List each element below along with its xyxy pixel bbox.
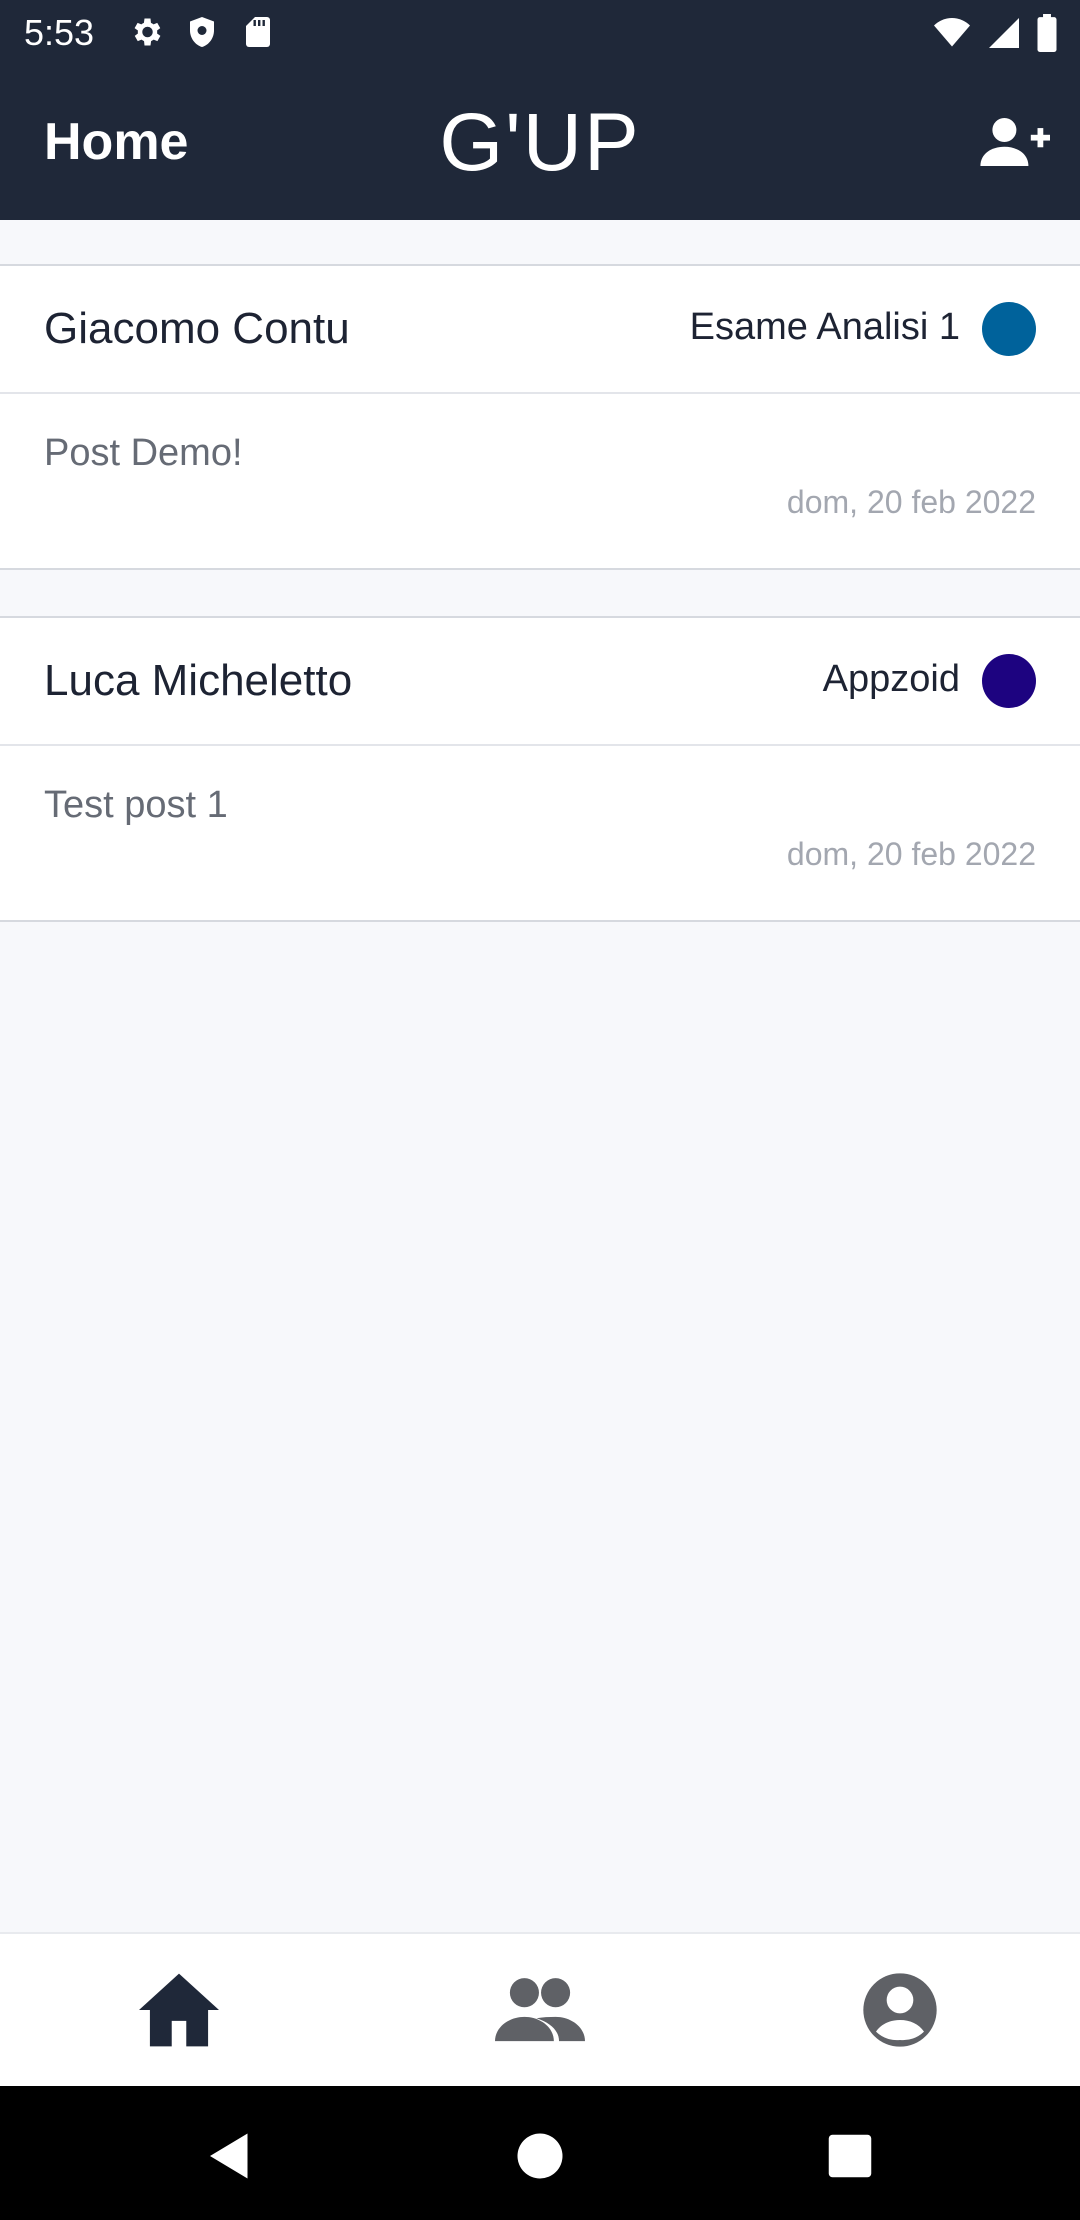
recents-icon (828, 2134, 872, 2178)
post-card[interactable]: Giacomo Contu Esame Analisi 1 Post Demo!… (0, 264, 1080, 570)
post-feed: Giacomo Contu Esame Analisi 1 Post Demo!… (0, 264, 1080, 968)
back-icon (210, 2133, 248, 2179)
wifi-icon (934, 18, 970, 47)
nav-groups-tab[interactable] (495, 1970, 585, 2050)
bottom-navigation (0, 1932, 1080, 2086)
post-author: Giacomo Contu (44, 304, 350, 353)
status-bar: 5:53 (0, 0, 1080, 66)
status-icons-right (932, 14, 1058, 52)
post-date: dom, 20 feb 2022 (786, 836, 1036, 872)
nav-profile-tab[interactable] (855, 1970, 945, 2050)
post-text: Post Demo! (44, 432, 243, 474)
people-icon (495, 1978, 585, 2042)
status-icons-left (128, 14, 276, 50)
add-person-icon (980, 118, 1050, 166)
settings-icon (134, 18, 161, 46)
post-header: Luca Micheletto Appzoid (0, 618, 1080, 746)
back-button[interactable] (200, 2126, 260, 2186)
home-icon (139, 1973, 219, 2047)
recents-button[interactable] (820, 2126, 880, 2186)
group-color-dot (982, 302, 1036, 356)
app-brand: G'UP (439, 97, 641, 188)
post-group-name: Esame Analisi 1 (689, 306, 960, 348)
screen: 5:53 Home G'UP Giacomo Contu Esame Anali… (0, 0, 1080, 2220)
battery-icon (1037, 14, 1057, 52)
sd-card-icon (246, 17, 270, 47)
post-header: Giacomo Contu Esame Analisi 1 (0, 266, 1080, 394)
app-bar: Home G'UP (0, 66, 1080, 220)
post-body: Test post 1 dom, 20 feb 2022 (0, 746, 1080, 920)
add-person-button[interactable] (978, 112, 1050, 172)
group-color-dot (982, 654, 1036, 708)
home-button[interactable] (510, 2126, 570, 2186)
nav-home-tab[interactable] (134, 1970, 224, 2050)
post-text: Test post 1 (44, 784, 228, 826)
shield-icon (190, 17, 214, 47)
account-circle-icon (863, 1973, 937, 2047)
status-time: 5:53 (24, 12, 95, 53)
post-date: dom, 20 feb 2022 (786, 484, 1036, 520)
post-group-name: Appzoid (822, 658, 960, 700)
post-card[interactable]: Luca Micheletto Appzoid Test post 1 dom,… (0, 616, 1080, 922)
system-navigation-bar (0, 2086, 1080, 2220)
signal-icon (989, 18, 1019, 48)
post-author: Luca Micheletto (44, 656, 353, 705)
post-body: Post Demo! dom, 20 feb 2022 (0, 394, 1080, 568)
home-circle-icon (517, 2133, 563, 2179)
